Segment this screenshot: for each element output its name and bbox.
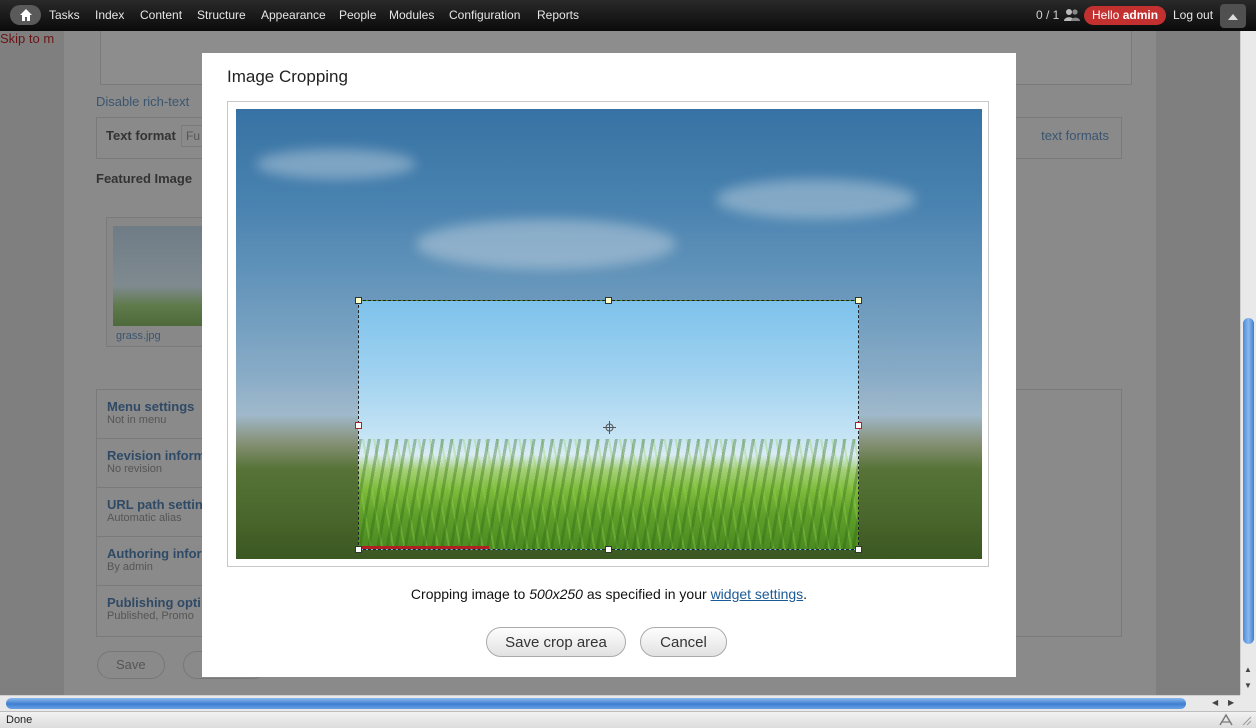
resize-grip-icon[interactable] [1240, 714, 1252, 726]
scroll-right-arrow-icon[interactable]: ▶ [1228, 698, 1234, 707]
vertical-tab-url-path: URL path settin Automatic alias [97, 488, 205, 537]
crop-handle-top[interactable] [605, 297, 612, 304]
skip-to-main-link: Skip to m [0, 31, 55, 46]
disable-rich-text-link: Disable rich-text [96, 94, 190, 109]
users-icon [1064, 9, 1080, 21]
featured-image-filename: grass.jpg [116, 330, 161, 342]
caption-text: Cropping image to [410, 586, 526, 602]
home-button[interactable] [10, 5, 41, 25]
scrollbar-corner [1240, 695, 1256, 711]
username: admin [1122, 8, 1159, 22]
vertical-tab-summary: Published, Promo [107, 610, 194, 622]
vertical-tab-title: Publishing opti [107, 595, 201, 610]
dialog-title: Image Cropping [227, 67, 348, 86]
vertical-tab-summary: Automatic alias [107, 512, 182, 524]
grass-texture [359, 439, 858, 549]
toolbar-appearance[interactable]: Appearance [261, 8, 326, 22]
caption-text: as specified in your [586, 586, 707, 602]
vertical-tab-authoring: Authoring infor By admin [97, 537, 205, 586]
greeting-text: Hello [1092, 8, 1120, 22]
horizontal-scrollbar[interactable]: ◀ ▶ [0, 695, 1240, 711]
vertical-tab-revision: Revision inform No revision [97, 439, 205, 488]
crop-edge-marker [359, 546, 489, 549]
save-crop-area-button[interactable]: Save crop area [486, 627, 626, 657]
browser-status-bar: Done [0, 711, 1256, 728]
home-icon [19, 9, 32, 21]
status-text: Done [6, 714, 33, 726]
horizontal-scroll-thumb[interactable] [6, 698, 1186, 709]
toolbar-modules[interactable]: Modules [389, 8, 434, 22]
crop-handle-bottom[interactable] [605, 546, 612, 553]
vertical-scroll-thumb[interactable] [1243, 318, 1254, 644]
vertical-scrollbar[interactable]: ▲ ▼ [1240, 31, 1256, 695]
vertical-tab-summary: Not in menu [107, 414, 167, 426]
logout-link[interactable]: Log out [1173, 8, 1213, 22]
admin-toolbar: Tasks Index Content Structure Appearance… [0, 0, 1256, 31]
vertical-tab-summary: By admin [107, 561, 153, 573]
toolbar-tasks[interactable]: Tasks [49, 8, 80, 22]
background-save-button: Save [97, 651, 165, 679]
text-format-label: Text format [106, 128, 176, 143]
crop-image-frame [227, 101, 989, 567]
crop-handle-left[interactable] [355, 422, 362, 429]
crop-handle-top-left[interactable] [355, 297, 362, 304]
vertical-tab-title: Revision inform [107, 448, 206, 463]
toolbar-configuration[interactable]: Configuration [449, 8, 520, 22]
toolbar-drawer-toggle[interactable] [1220, 4, 1246, 28]
image-cropping-dialog: Image Cropping Cropping image to 500x250… [202, 53, 1016, 677]
crop-handle-bottom-right[interactable] [855, 546, 862, 553]
crop-handle-bottom-left[interactable] [355, 546, 362, 553]
online-user-count: 0 / 1 [1036, 8, 1060, 22]
crop-dimensions: 500x250 [529, 586, 583, 602]
crop-handle-right[interactable] [855, 422, 862, 429]
scroll-down-arrow-icon[interactable]: ▼ [1244, 681, 1252, 690]
vertical-tab-title: URL path settin [107, 497, 203, 512]
featured-image-label: Featured Image [96, 171, 193, 186]
widget-settings-link[interactable]: widget settings [711, 586, 804, 602]
toolbar-people[interactable]: People [339, 8, 376, 22]
toolbar-content[interactable]: Content [140, 8, 182, 22]
user-greeting-badge[interactable]: Hello admin [1084, 6, 1167, 25]
caption-text: . [803, 586, 808, 602]
toolbar-reports[interactable]: Reports [537, 8, 579, 22]
vertical-tab-summary: No revision [107, 463, 163, 475]
vertical-tab-publishing: Publishing opti Published, Promo [97, 586, 205, 635]
cancel-button[interactable]: Cancel [640, 627, 727, 657]
scroll-left-arrow-icon[interactable]: ◀ [1212, 698, 1218, 707]
toolbar-index[interactable]: Index [95, 8, 124, 22]
vertical-tab-menu-settings: Menu settings Not in menu [97, 390, 205, 439]
crop-handle-top-right[interactable] [855, 297, 862, 304]
toolbar-structure[interactable]: Structure [197, 8, 246, 22]
network-activity-icon [1219, 713, 1233, 726]
about-text-formats-link: text formats [1041, 128, 1109, 143]
vertical-tab-title: Menu settings [107, 399, 195, 414]
scroll-up-arrow-icon[interactable]: ▲ [1244, 665, 1252, 674]
vertical-tab-title: Authoring infor [107, 546, 202, 561]
crop-caption: Cropping image to 500x250 as specified i… [202, 586, 1016, 602]
crosshair-icon [603, 421, 616, 434]
crop-source-image [236, 109, 982, 559]
featured-image-thumbnail [113, 226, 213, 326]
